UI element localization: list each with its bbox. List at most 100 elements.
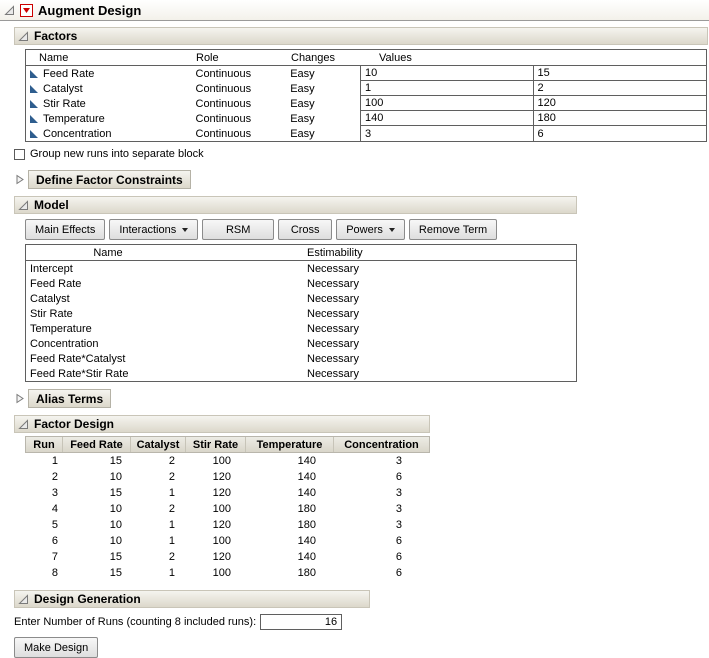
fd-cell-temperature: 140: [244, 551, 332, 563]
factor-design-disclosure-icon[interactable]: [18, 419, 29, 430]
design-run-row: 7 15 2 120 140 6: [25, 549, 430, 565]
factor-changes[interactable]: Easy: [290, 81, 360, 96]
factors-disclosure-icon[interactable]: [18, 31, 29, 42]
factor-role[interactable]: Continuous: [196, 111, 291, 126]
alias-header[interactable]: Alias Terms: [28, 389, 111, 408]
make-design-button[interactable]: Make Design: [14, 637, 98, 658]
model-section-header[interactable]: Model: [14, 196, 577, 214]
factor-name: Concentration: [43, 128, 112, 140]
factor-name-cell[interactable]: Catalyst: [26, 81, 196, 96]
group-block-checkbox[interactable]: [14, 149, 25, 160]
report-title-bar[interactable]: Augment Design: [0, 0, 709, 21]
factors-section-header[interactable]: Factors: [14, 27, 708, 45]
factor-value-low[interactable]: 140: [360, 111, 533, 126]
factor-changes[interactable]: Easy: [290, 111, 360, 126]
factor-role[interactable]: Continuous: [196, 96, 291, 111]
runs-row: Enter Number of Runs (counting 8 include…: [14, 613, 709, 630]
design-run-row: 3 15 1 120 140 3: [25, 485, 430, 501]
fd-col-temperature: Temperature: [245, 437, 333, 452]
constraints-disclosure-icon[interactable]: [14, 174, 25, 185]
fd-cell-concentration: 3: [332, 487, 428, 499]
design-generation-section-header[interactable]: Design Generation: [14, 590, 370, 608]
factors-col-values: Values: [361, 52, 412, 64]
fd-cell-feed-rate: 10: [61, 535, 129, 547]
fd-cell-feed-rate: 15: [61, 551, 129, 563]
model-term-row[interactable]: Feed Rate*Stir Rate Necessary: [26, 366, 576, 381]
factor-changes[interactable]: Easy: [290, 126, 360, 141]
root-disclosure-icon[interactable]: [4, 5, 15, 16]
factor-role[interactable]: Continuous: [196, 126, 291, 141]
powers-button[interactable]: Powers: [336, 219, 405, 240]
factor-value-low[interactable]: 100: [360, 96, 533, 111]
fd-cell-feed-rate: 15: [61, 487, 129, 499]
factor-role[interactable]: Continuous: [196, 81, 291, 96]
model-term-row[interactable]: Feed Rate*Catalyst Necessary: [26, 351, 576, 366]
model-term-row[interactable]: Catalyst Necessary: [26, 291, 576, 306]
factor-value-low[interactable]: 10: [360, 66, 533, 81]
model-term-row[interactable]: Stir Rate Necessary: [26, 306, 576, 321]
fd-cell-run: 6: [25, 535, 61, 547]
fd-cell-run: 4: [25, 503, 61, 515]
factors-col-changes: Changes: [291, 52, 361, 64]
fd-col-run: Run: [26, 437, 62, 452]
model-title: Model: [34, 198, 69, 212]
fd-cell-catalyst: 1: [129, 519, 184, 531]
fd-cell-concentration: 3: [332, 503, 428, 515]
model-term-name: Temperature: [26, 323, 303, 335]
alias-title: Alias Terms: [36, 392, 103, 406]
factor-row: Stir Rate Continuous Easy 100 120: [26, 96, 706, 111]
factor-name-cell[interactable]: Temperature: [26, 111, 196, 126]
factor-name-cell[interactable]: Stir Rate: [26, 96, 196, 111]
model-term-estimability: Necessary: [303, 338, 359, 350]
model-term-name: Catalyst: [26, 293, 303, 305]
cross-button[interactable]: Cross: [278, 219, 332, 240]
model-term-row[interactable]: Concentration Necessary: [26, 336, 576, 351]
model-term-name: Feed Rate*Catalyst: [26, 353, 303, 365]
runs-input[interactable]: [260, 614, 342, 630]
factor-design-section-header[interactable]: Factor Design: [14, 415, 430, 433]
fd-cell-run: 2: [25, 471, 61, 483]
model-term-name: Feed Rate*Stir Rate: [26, 368, 303, 380]
model-term-name: Concentration: [26, 338, 303, 350]
model-disclosure-icon[interactable]: [18, 200, 29, 211]
factor-row: Feed Rate Continuous Easy 10 15: [26, 66, 706, 81]
factor-name-cell[interactable]: Concentration: [26, 126, 196, 141]
factor-design-title: Factor Design: [34, 417, 114, 431]
factor-value-low[interactable]: 3: [360, 126, 533, 141]
rsm-button[interactable]: RSM: [202, 219, 274, 240]
factor-value-high[interactable]: 2: [533, 81, 707, 96]
factor-value-low[interactable]: 1: [360, 81, 533, 96]
group-block-label: Group new runs into separate block: [30, 148, 204, 160]
continuous-factor-icon: [29, 129, 39, 139]
interactions-label: Interactions: [119, 224, 176, 236]
fd-cell-stir-rate: 100: [184, 503, 244, 515]
factor-name-cell[interactable]: Feed Rate: [26, 66, 196, 81]
factor-role[interactable]: Continuous: [196, 66, 291, 81]
model-term-row[interactable]: Feed Rate Necessary: [26, 276, 576, 291]
factors-col-role: Role: [196, 52, 291, 64]
alias-disclosure-icon[interactable]: [14, 393, 25, 404]
model-term-row[interactable]: Intercept Necessary: [26, 261, 576, 276]
remove-term-button[interactable]: Remove Term: [409, 219, 497, 240]
fd-cell-concentration: 6: [332, 551, 428, 563]
factor-changes[interactable]: Easy: [290, 96, 360, 111]
interactions-button[interactable]: Interactions: [109, 219, 198, 240]
model-term-estimability: Necessary: [303, 323, 359, 335]
fd-cell-temperature: 180: [244, 503, 332, 515]
red-triangle-menu-icon[interactable]: [20, 4, 33, 17]
fd-cell-temperature: 140: [244, 487, 332, 499]
constraints-header[interactable]: Define Factor Constraints: [28, 170, 191, 189]
fd-cell-stir-rate: 100: [184, 567, 244, 579]
factor-changes[interactable]: Easy: [290, 66, 360, 81]
fd-col-concentration: Concentration: [333, 437, 429, 452]
model-term-row[interactable]: Temperature Necessary: [26, 321, 576, 336]
factor-value-high[interactable]: 120: [533, 96, 707, 111]
main-effects-button[interactable]: Main Effects: [25, 219, 105, 240]
factor-name: Temperature: [43, 113, 105, 125]
factor-value-high[interactable]: 15: [533, 66, 707, 81]
factor-value-high[interactable]: 6: [533, 126, 707, 141]
factor-value-high[interactable]: 180: [533, 111, 707, 126]
design-run-row: 1 15 2 100 140 3: [25, 453, 430, 469]
fd-cell-concentration: 6: [332, 471, 428, 483]
design-generation-disclosure-icon[interactable]: [18, 594, 29, 605]
